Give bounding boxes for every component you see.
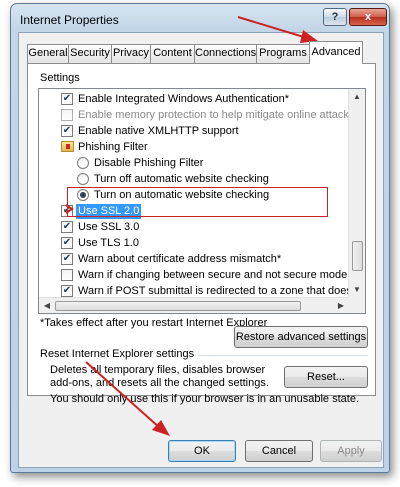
arrow-to-advanced-tab — [237, 16, 318, 43]
arrow-to-ok-button — [85, 361, 170, 436]
arrow-to-ssl3-checkbox — [65, 204, 74, 214]
annotation-arrows — [65, 16, 318, 436]
tab-advanced[interactable]: Advanced — [309, 41, 363, 64]
